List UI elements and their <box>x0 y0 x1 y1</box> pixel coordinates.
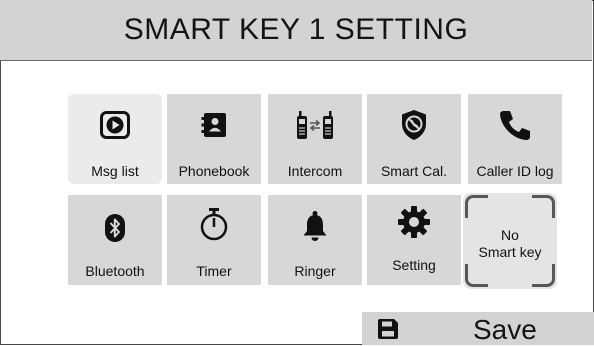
stopwatch-icon <box>167 207 261 241</box>
tile-setting[interactable]: Setting <box>367 195 461 285</box>
tile-label: Ringer <box>294 263 336 279</box>
tile-ringer[interactable]: Ringer <box>268 195 362 285</box>
tile-caller-id-log[interactable]: Caller ID log <box>468 94 562 184</box>
play-message-icon <box>68 108 162 142</box>
bluetooth-icon <box>68 211 162 245</box>
tile-label: Smart Cal. <box>380 163 448 179</box>
title-bar: SMART KEY 1 SETTING <box>0 0 592 61</box>
tile-label: Timer <box>196 263 232 279</box>
tile-msg-list[interactable]: Msg list <box>68 94 162 184</box>
shield-blocked-phone-icon <box>367 108 461 142</box>
tile-phonebook[interactable]: Phonebook <box>167 94 261 184</box>
selection-corner <box>532 264 555 287</box>
tile-label: Intercom <box>287 163 343 179</box>
tile-timer[interactable]: Timer <box>167 195 261 285</box>
page-title: SMART KEY 1 SETTING <box>123 13 469 46</box>
no-smart-key-label: No Smart key <box>463 227 557 261</box>
tile-label: Setting <box>392 257 436 273</box>
save-label: Save <box>473 314 537 345</box>
selection-corner <box>465 264 488 287</box>
floppy-disk-icon <box>377 318 399 345</box>
tile-smart-call[interactable]: Smart Cal. <box>367 94 461 184</box>
selection-corner <box>532 195 555 218</box>
tile-label: Msg list <box>91 163 139 179</box>
tile-intercom[interactable]: Intercom <box>268 94 362 184</box>
tile-label: Phonebook <box>178 163 250 179</box>
phonebook-icon <box>167 108 261 142</box>
intercom-icon <box>268 108 362 142</box>
phone-handset-icon <box>468 108 562 142</box>
tile-bluetooth[interactable]: Bluetooth <box>68 195 162 285</box>
save-button[interactable]: Save <box>362 312 594 345</box>
no-smart-key-option[interactable]: No Smart key <box>463 193 557 289</box>
gear-icon <box>367 205 461 239</box>
bell-icon <box>268 209 362 243</box>
no-smart-key-line2: Smart key <box>478 244 542 260</box>
tile-label: Bluetooth <box>85 263 145 279</box>
tile-label: Caller ID log <box>476 163 554 179</box>
no-smart-key-line1: No <box>501 227 519 243</box>
selection-corner <box>465 195 488 218</box>
